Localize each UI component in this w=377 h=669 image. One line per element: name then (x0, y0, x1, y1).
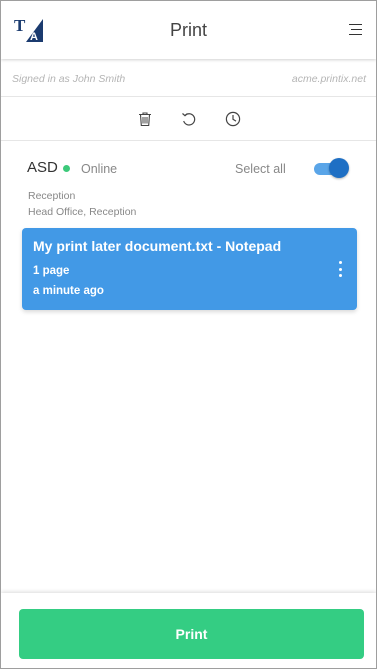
job-toolbar (1, 98, 376, 141)
printer-header: ASD Online Select all (27, 157, 353, 181)
printer-name: ASD (27, 159, 58, 176)
print-button[interactable]: Print (19, 609, 364, 659)
printer-site: Head Office, Reception (28, 206, 137, 218)
domain-label: acme.printix.net (291, 72, 366, 85)
job-timestamp: a minute ago (33, 285, 104, 297)
signed-in-label: Signed in as John Smith (12, 72, 126, 85)
page-title: Print (169, 19, 207, 40)
app-frame: T A Print Signed in as John Smith acme.p… (0, 0, 377, 669)
job-title: My print later document.txt - Notepad (33, 238, 282, 254)
history-button[interactable] (224, 110, 242, 128)
logo-letter-a: A (30, 31, 38, 42)
job-page-count: 1 page (33, 265, 70, 277)
clock-icon (225, 111, 240, 127)
refresh-button[interactable] (180, 110, 198, 128)
toggle-knob (329, 158, 349, 178)
select-all-toggle[interactable] (314, 157, 349, 179)
printer-location: Reception (28, 190, 76, 202)
footer-bar: Print (1, 593, 376, 668)
online-status-dot (63, 165, 70, 172)
ta-logo-icon[interactable]: T A (13, 14, 43, 42)
session-info-bar: Signed in as John Smith acme.printix.net (1, 61, 376, 97)
select-all-label: Select all (235, 162, 286, 176)
printer-status: Online (81, 162, 118, 176)
refresh-icon (181, 113, 195, 126)
more-vertical-icon[interactable] (337, 261, 343, 277)
print-job-card[interactable]: My print later document.txt - Notepad 1 … (22, 228, 357, 310)
app-header: T A Print (1, 1, 376, 59)
hamburger-menu-icon[interactable] (349, 24, 362, 35)
trash-icon (138, 112, 151, 127)
logo-letter-t: T (14, 16, 26, 35)
delete-button[interactable] (136, 110, 154, 128)
